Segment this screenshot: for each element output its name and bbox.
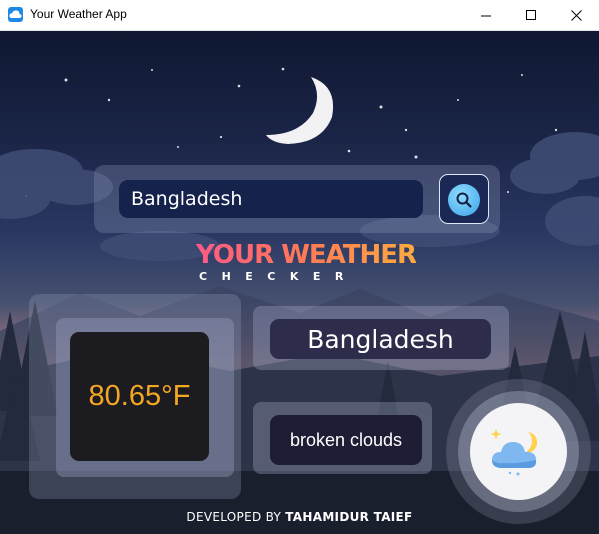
app-logo-subtitle: CHECKER	[199, 270, 358, 283]
close-button[interactable]	[553, 0, 599, 31]
app-icon	[8, 7, 23, 22]
cloud-moon-icon	[490, 428, 537, 475]
close-icon	[570, 10, 582, 21]
credit-prefix: DEVELOPED BY	[186, 510, 282, 524]
developer-credit: DEVELOPED BY TAHAMIDUR TAIEF	[0, 510, 599, 524]
maximize-icon	[525, 10, 536, 20]
minimize-button[interactable]	[463, 0, 509, 31]
search-button[interactable]	[448, 184, 480, 216]
weather-icon-badge	[470, 403, 567, 500]
country-name: Bangladesh	[270, 319, 491, 359]
temperature-value: 80.65°F	[70, 332, 209, 461]
credit-author: TAHAMIDUR TAIEF	[285, 510, 413, 524]
app-logo-title: YOUR WEATHER	[196, 240, 417, 270]
search-button-frame	[439, 174, 489, 224]
search-icon	[456, 192, 472, 208]
weather-description: broken clouds	[270, 415, 422, 465]
maximize-button[interactable]	[508, 0, 554, 31]
window-title: Your Weather App	[30, 7, 127, 21]
minimize-icon	[480, 15, 491, 17]
window-titlebar: Your Weather App	[0, 0, 599, 31]
city-search-input[interactable]	[119, 180, 423, 218]
